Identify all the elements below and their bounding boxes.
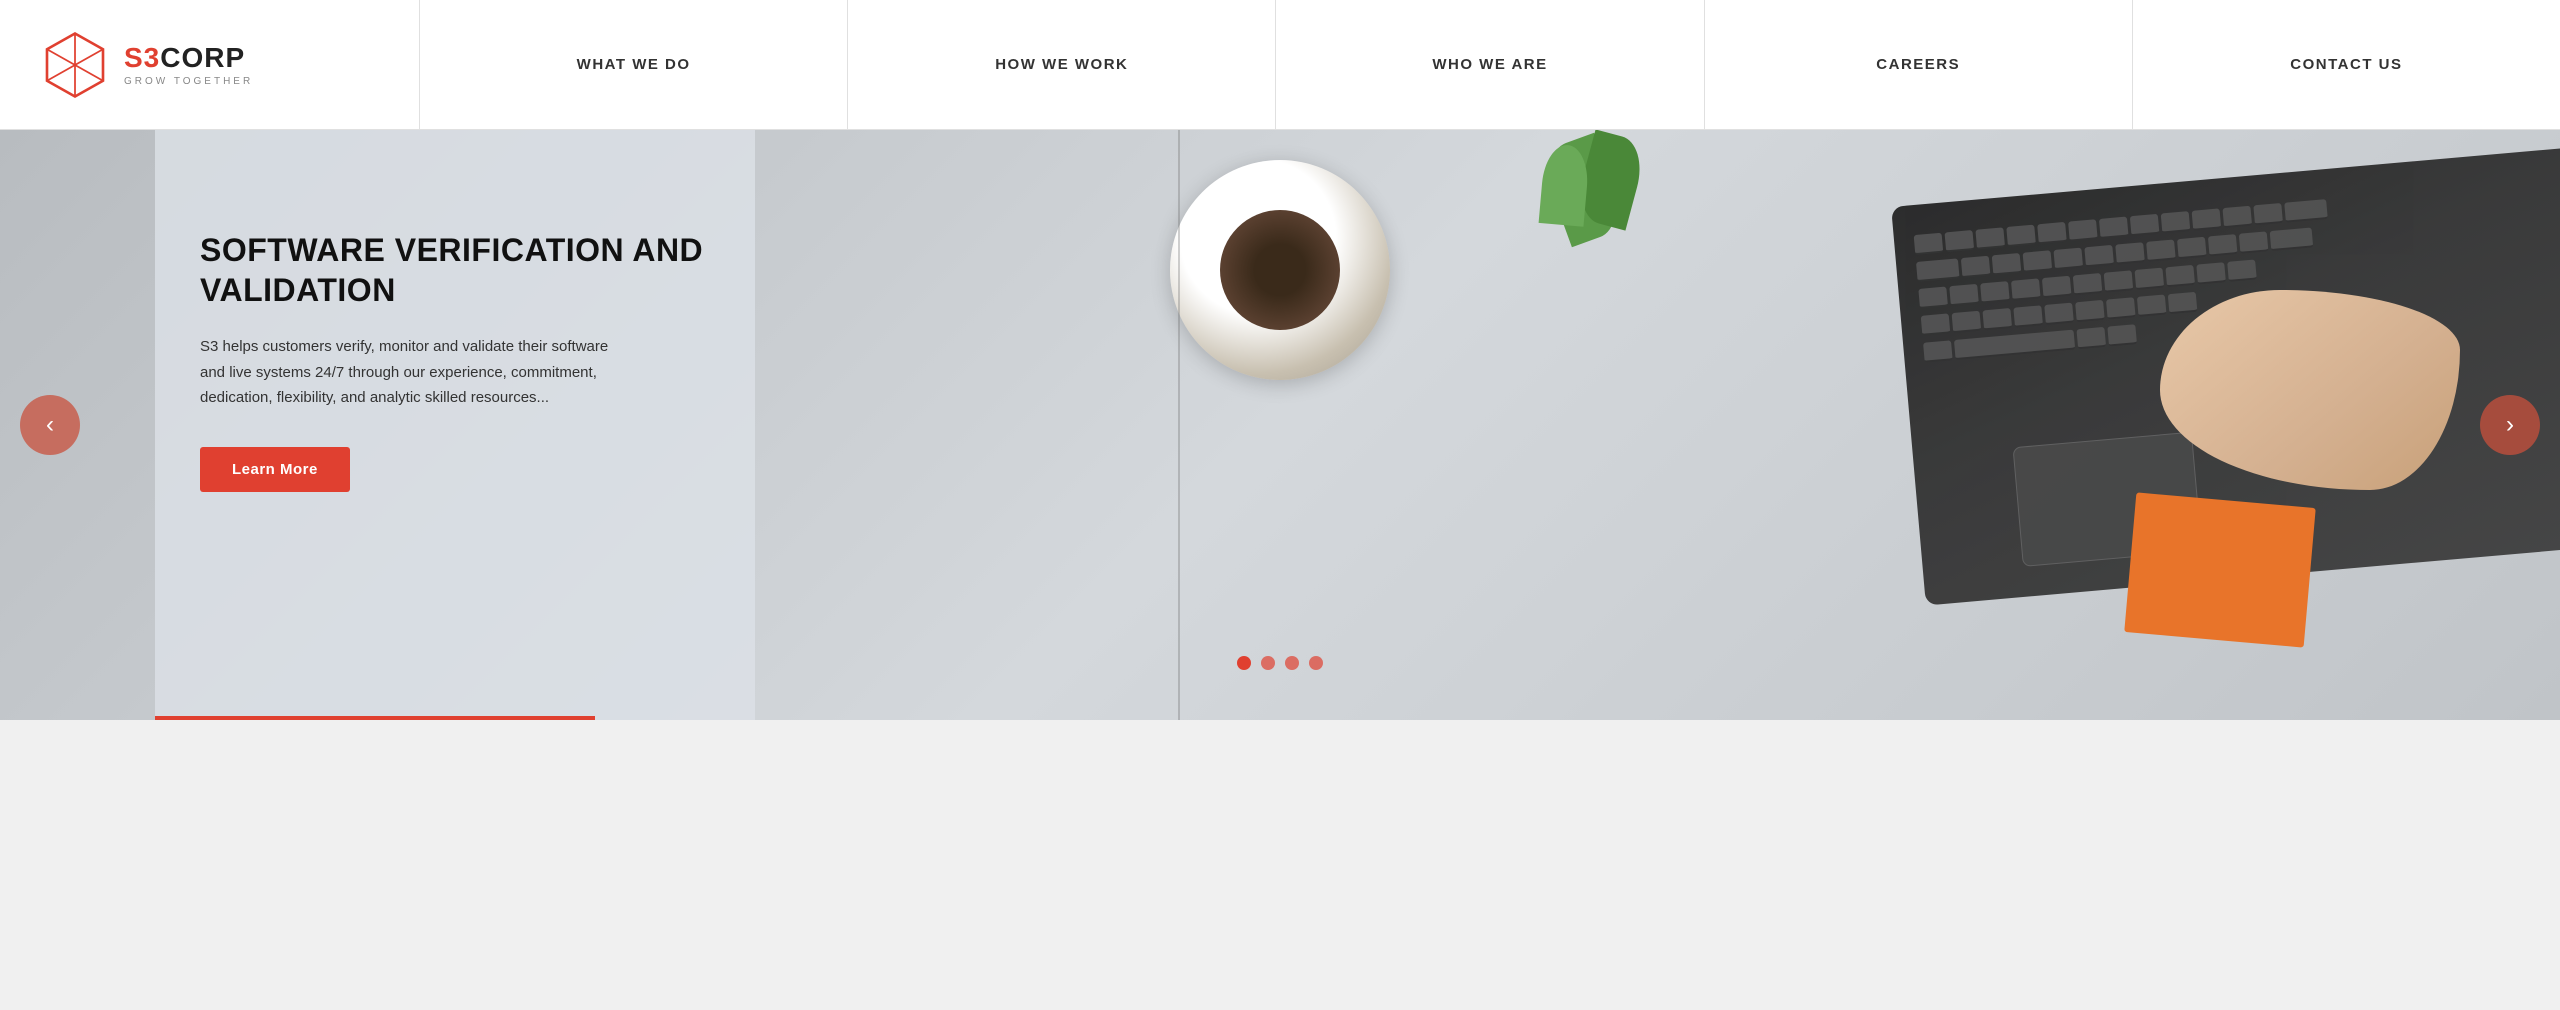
carousel-next-button[interactable]: › <box>2480 395 2540 455</box>
key <box>2104 270 2134 292</box>
key <box>2168 292 2198 314</box>
key <box>2068 219 2098 241</box>
key <box>1982 308 2012 330</box>
coffee-cup <box>1170 160 1390 380</box>
logo-text: S3CORP GROW TOGETHER <box>124 42 253 87</box>
key <box>2107 324 2137 346</box>
key <box>2137 295 2167 317</box>
key <box>1916 258 1960 282</box>
header: S3CORP GROW TOGETHER WHAT WE DO HOW WE W… <box>0 0 2560 130</box>
key <box>2130 214 2160 236</box>
key <box>1914 233 1944 255</box>
hero-section: SOFTWARE VERIFICATION AND VALIDATION S3 … <box>0 130 2560 720</box>
logo-s3: S3 <box>124 42 160 73</box>
nav-item-contact-us[interactable]: CONTACT US <box>2133 0 2560 129</box>
key <box>2177 237 2207 259</box>
key <box>1945 230 1975 252</box>
carousel-dot-1[interactable] <box>1237 656 1251 670</box>
key <box>1992 253 2022 275</box>
nav-item-how-we-work[interactable]: HOW WE WORK <box>848 0 1276 129</box>
key <box>2042 276 2072 298</box>
key <box>2013 305 2043 327</box>
carousel-prev-button[interactable]: ‹ <box>20 395 80 455</box>
key <box>1975 227 2005 249</box>
key <box>2076 327 2106 349</box>
key <box>2227 260 2257 282</box>
logo-icon <box>40 30 110 100</box>
key <box>2011 278 2041 300</box>
main-nav: WHAT WE DO HOW WE WORK WHO WE ARE CAREER… <box>420 0 2560 129</box>
key <box>2196 262 2226 284</box>
key <box>1923 340 1953 362</box>
chevron-left-icon: ‹ <box>46 411 54 439</box>
key <box>2222 206 2252 228</box>
key <box>2146 239 2176 261</box>
key <box>2161 211 2191 233</box>
logo-title: S3CORP <box>124 42 253 74</box>
hero-content: SOFTWARE VERIFICATION AND VALIDATION S3 … <box>200 230 720 492</box>
logo-area: S3CORP GROW TOGETHER <box>0 0 420 129</box>
key <box>2115 242 2145 264</box>
key <box>2239 231 2269 253</box>
key <box>2192 208 2222 230</box>
key <box>2165 265 2195 287</box>
key <box>1949 284 1979 306</box>
key <box>2053 248 2083 270</box>
key <box>2270 227 2314 251</box>
key <box>1918 287 1948 309</box>
key <box>2037 222 2067 244</box>
chevron-right-icon: › <box>2506 411 2514 439</box>
key <box>2253 203 2283 225</box>
carousel-dot-4[interactable] <box>1309 656 1323 670</box>
key <box>2284 199 2328 223</box>
key <box>2106 297 2136 319</box>
nav-item-careers[interactable]: CAREERS <box>1705 0 2133 129</box>
key <box>2099 217 2129 239</box>
key <box>1952 311 1982 333</box>
hero-divider <box>1178 130 1180 720</box>
hero-title: SOFTWARE VERIFICATION AND VALIDATION <box>200 230 720 310</box>
logo-tagline: GROW TOGETHER <box>124 76 253 87</box>
key <box>1961 256 1991 278</box>
nav-item-who-we-are[interactable]: WHO WE ARE <box>1276 0 1704 129</box>
hero-description: S3 helps customers verify, monitor and v… <box>200 334 630 411</box>
nav-item-what-we-do[interactable]: WHAT WE DO <box>420 0 848 129</box>
below-hero-section <box>0 720 2560 840</box>
carousel-dots <box>1237 656 1323 670</box>
key <box>2075 300 2105 322</box>
key <box>2084 245 2114 267</box>
orange-notebook <box>2124 492 2316 647</box>
carousel-dot-2[interactable] <box>1261 656 1275 670</box>
key <box>2208 234 2238 256</box>
key <box>1921 313 1951 335</box>
carousel-dot-3[interactable] <box>1285 656 1299 670</box>
key <box>2023 250 2053 272</box>
hero-bottom-accent-line <box>155 716 595 720</box>
learn-more-button[interactable]: Learn More <box>200 447 350 492</box>
key-spacebar <box>1954 330 2075 360</box>
logo-corp: CORP <box>160 42 245 73</box>
key <box>2073 273 2103 295</box>
key <box>2044 303 2074 325</box>
key <box>2135 268 2165 290</box>
key <box>1980 281 2010 303</box>
key <box>2006 225 2036 247</box>
